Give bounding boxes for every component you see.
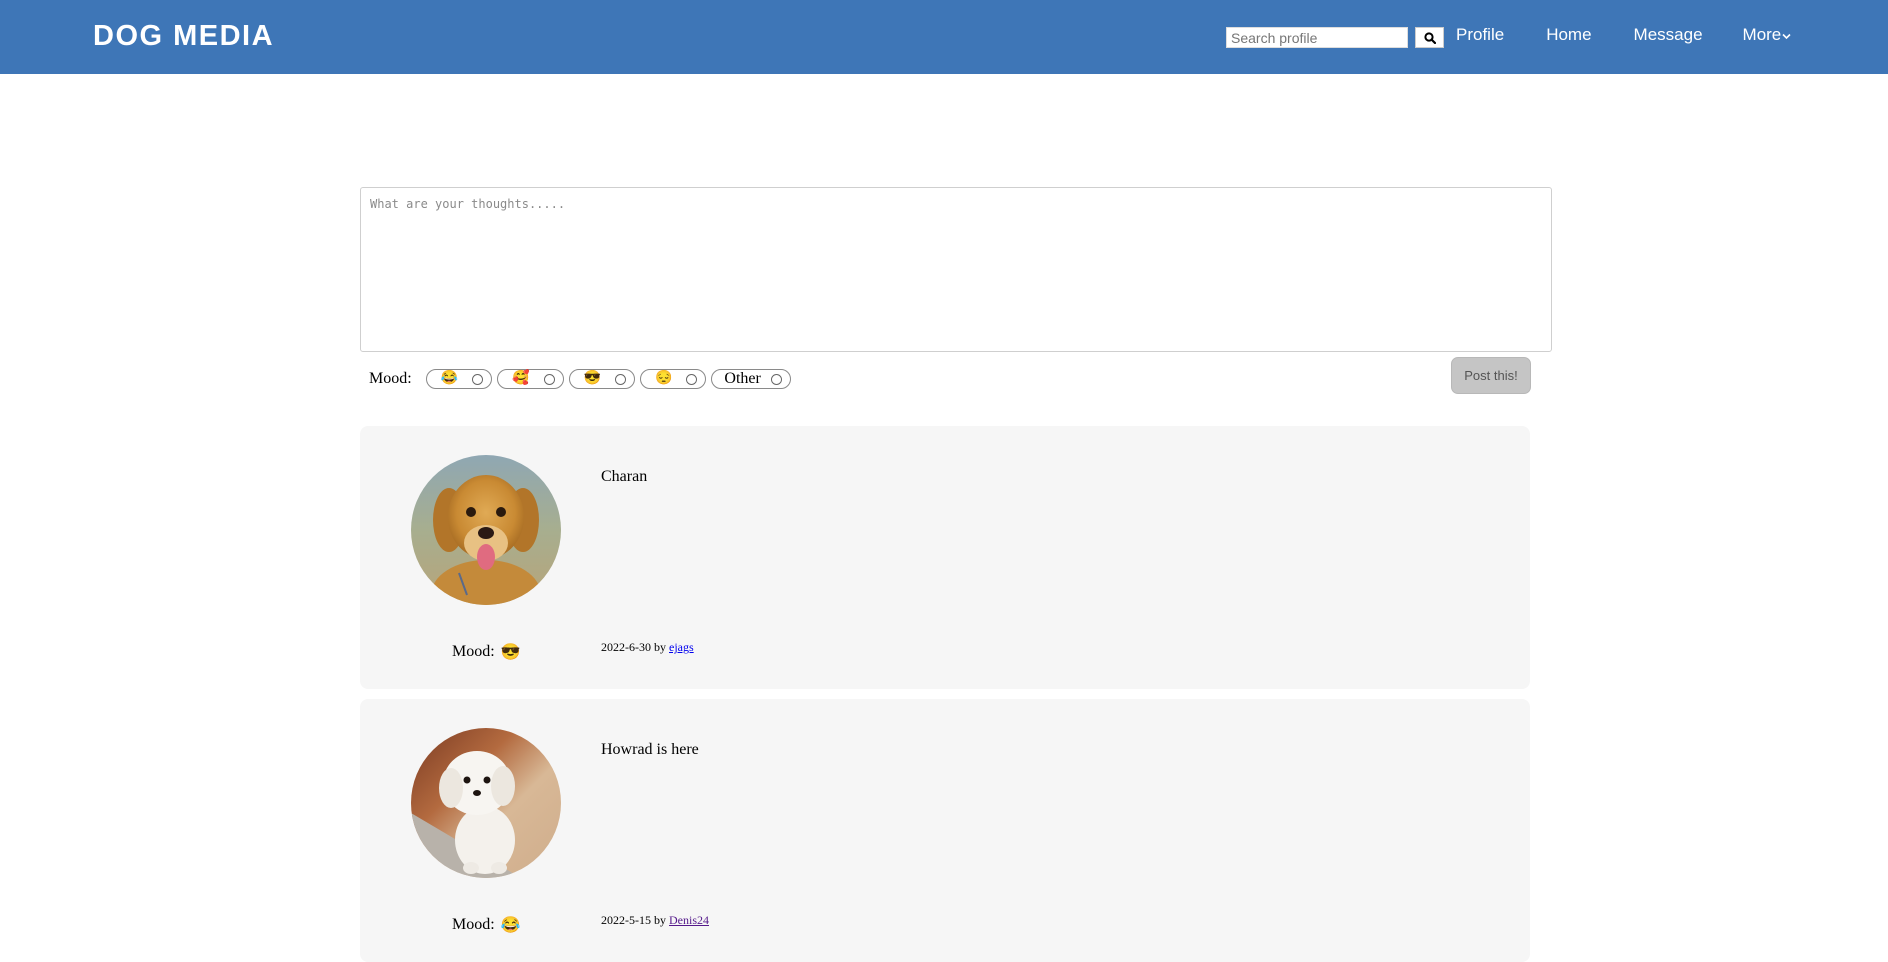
post-mood: Mood: 😎: [452, 642, 521, 662]
post-author-link[interactable]: ejags: [669, 640, 694, 654]
mood-option-cool[interactable]: 😎: [568, 369, 635, 389]
post-author-link[interactable]: Denis24: [669, 913, 709, 927]
post-card: Mood: 😎 Charan 2022-6-30 by ejags: [360, 426, 1530, 689]
post-date: 2022-5-15: [601, 913, 651, 927]
post-by: by: [654, 913, 666, 927]
search-input[interactable]: [1226, 27, 1408, 48]
post-button[interactable]: Post this!: [1451, 357, 1531, 394]
mood-radio-laughing[interactable]: [472, 373, 484, 385]
chevron-down-icon: [1782, 33, 1791, 39]
smiling-hearts-face-icon: 🥰: [512, 371, 530, 386]
thoughts-textarea[interactable]: [360, 187, 1552, 352]
post-meta: 2022-6-30 by ejags: [601, 640, 694, 655]
mood-picker: Mood: 😂 🥰 😎 😔 Other: [369, 369, 796, 389]
mood-radio-pensive[interactable]: [686, 373, 698, 385]
post-card: Mood: 😂 Howrad is here 2022-5-15 by Deni…: [360, 699, 1530, 962]
top-navbar: DOG MEDIA Profile Home Message More: [0, 0, 1888, 74]
sunglasses-face-icon: 😎: [583, 371, 601, 386]
nav-profile-link[interactable]: Profile: [1456, 25, 1504, 45]
laughing-face-icon: 😂: [440, 371, 459, 386]
mood-option-other[interactable]: Other: [711, 369, 791, 389]
mood-radio-hearts[interactable]: [543, 373, 555, 385]
avatar: [411, 455, 561, 605]
mood-option-pensive[interactable]: 😔: [639, 369, 707, 389]
mood-option-hearts[interactable]: 🥰: [497, 369, 564, 389]
post-text: Howrad is here: [601, 741, 699, 758]
mood-radio-other[interactable]: [770, 373, 782, 385]
post-meta: 2022-5-15 by Denis24: [601, 913, 709, 928]
nav-more-label: More: [1742, 25, 1782, 44]
post-mood: Mood: 😂: [452, 915, 521, 935]
brand-logo[interactable]: DOG MEDIA: [93, 20, 274, 53]
laughing-face-icon: 😂: [500, 917, 521, 934]
post-mood-label: Mood:: [452, 916, 495, 933]
mood-option-laughing[interactable]: 😂: [425, 369, 493, 389]
pensive-face-icon: 😔: [654, 371, 673, 386]
post-text: Charan: [601, 468, 648, 485]
mood-radio-cool[interactable]: [614, 373, 626, 385]
nav-message-link[interactable]: Message: [1634, 25, 1703, 45]
post-by: by: [654, 640, 666, 654]
search-icon: [1423, 31, 1436, 44]
golden-retriever-puppy-photo: [411, 455, 561, 605]
nav-more-dropdown[interactable]: More: [1743, 25, 1792, 45]
avatar: [411, 728, 561, 878]
mood-other-label: Other: [724, 370, 761, 387]
post-mood-label: Mood:: [452, 643, 495, 660]
post-date: 2022-6-30: [601, 640, 651, 654]
mood-label: Mood:: [369, 370, 412, 387]
sunglasses-face-icon: 😎: [500, 644, 521, 661]
search-form: [1226, 27, 1444, 48]
nav-home-link[interactable]: Home: [1546, 25, 1591, 45]
white-fluffy-dog-photo: [411, 728, 561, 878]
search-button[interactable]: [1415, 27, 1444, 48]
nav-menu: Profile Home Message More: [1456, 25, 1791, 45]
